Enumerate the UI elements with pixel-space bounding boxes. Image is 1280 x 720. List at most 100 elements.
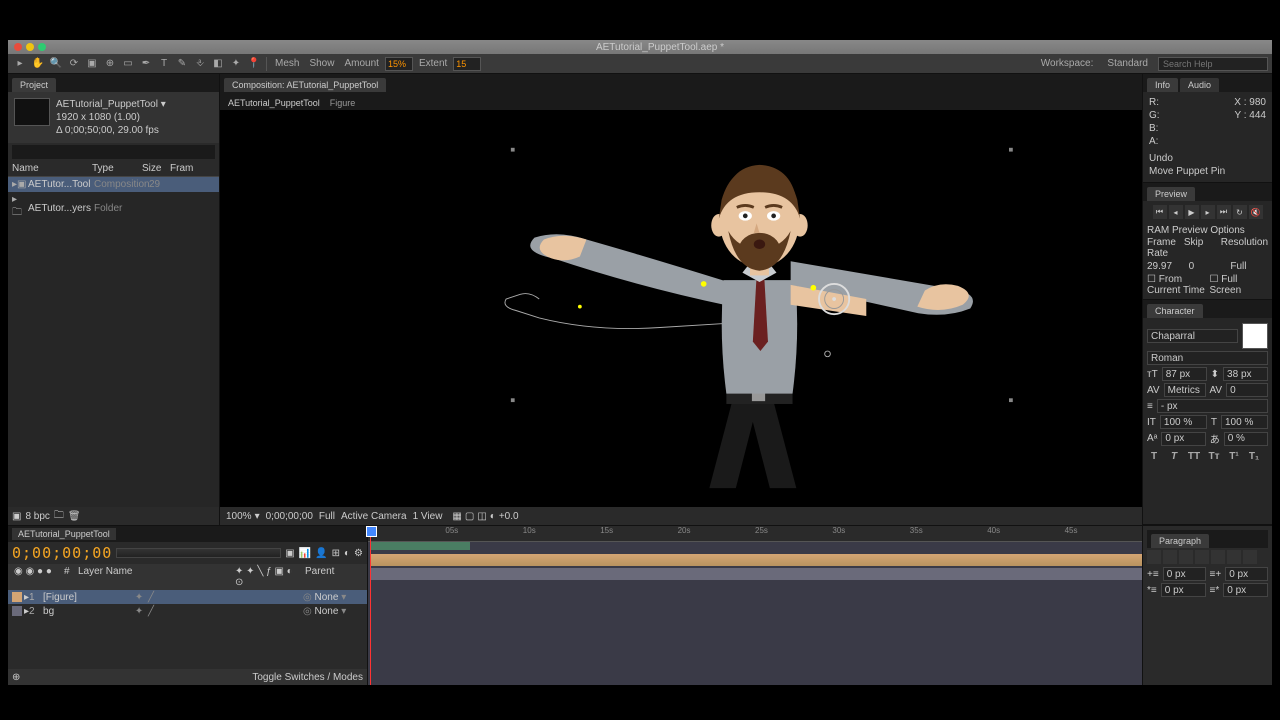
project-item[interactable]: ▸🗀 AETutor...yers Folder	[8, 192, 219, 224]
align-right-icon[interactable]	[1179, 550, 1193, 564]
indent-left-input[interactable]: 0 px	[1163, 567, 1206, 581]
comp-mini-icon[interactable]: ▣	[285, 548, 294, 559]
play-icon[interactable]: ▶	[1185, 205, 1199, 219]
toggle-switches[interactable]: Toggle Switches / Modes	[252, 672, 363, 683]
close-window[interactable]	[14, 43, 22, 51]
time-navigator[interactable]	[116, 548, 281, 558]
puppet-pin-tool-icon[interactable]: 📍	[246, 56, 262, 72]
preview-tab[interactable]: Preview	[1147, 187, 1195, 201]
fill-color-swatch[interactable]	[1242, 323, 1268, 349]
layer-row[interactable]: ▸ 1 [Figure] ✦╱ ◎ None ▾	[8, 590, 367, 604]
frame-blend-icon[interactable]: ⊞	[332, 548, 340, 559]
layer-bar[interactable]	[370, 568, 1142, 580]
work-area-bar[interactable]	[370, 542, 470, 550]
trash-icon[interactable]: 🗑	[68, 511, 81, 522]
new-folder-icon[interactable]: 🗀	[54, 508, 64, 525]
shy-icon[interactable]: 👤	[315, 548, 327, 559]
eraser-tool-icon[interactable]: ◧	[210, 56, 226, 72]
timeline-tab[interactable]: AETutorial_PuppetTool	[12, 528, 116, 540]
playhead[interactable]	[370, 526, 371, 685]
audio-tab[interactable]: Audio	[1180, 78, 1219, 92]
breadcrumb[interactable]: AETutorial_PuppetTool	[224, 96, 324, 110]
next-frame-icon[interactable]: ▸	[1201, 205, 1215, 219]
clone-tool-icon[interactable]: ⎀	[192, 56, 208, 72]
pen-tool-icon[interactable]: ✒	[138, 56, 154, 72]
space-before-input[interactable]: 0 px	[1161, 583, 1206, 597]
region-icon[interactable]: ◫	[477, 511, 486, 522]
fullscreen-checkbox[interactable]: ☐ Full Screen	[1210, 274, 1269, 296]
camera-value[interactable]: Active Camera	[341, 511, 407, 522]
paragraph-tab[interactable]: Paragraph	[1151, 534, 1209, 548]
resolution-value[interactable]: Full	[1230, 261, 1268, 272]
font-style-select[interactable]: Roman	[1147, 351, 1268, 365]
tracking-input[interactable]: 0	[1226, 383, 1268, 397]
breadcrumb[interactable]: Figure	[326, 96, 360, 110]
last-frame-icon[interactable]: ⏭	[1217, 205, 1231, 219]
search-help-input[interactable]	[1158, 57, 1268, 71]
subscript-button[interactable]: T₁	[1247, 449, 1261, 463]
align-center-icon[interactable]	[1163, 550, 1177, 564]
first-frame-icon[interactable]: ⏮	[1153, 205, 1167, 219]
superscript-button[interactable]: T¹	[1227, 449, 1241, 463]
pan-behind-tool-icon[interactable]: ⊕	[102, 56, 118, 72]
brush-tool-icon[interactable]: ✎	[174, 56, 190, 72]
amount-input[interactable]	[385, 57, 413, 71]
extent-input[interactable]	[453, 57, 481, 71]
project-tab[interactable]: Project	[12, 78, 56, 92]
timecode-display[interactable]: 0;00;00;00	[12, 544, 112, 562]
prev-frame-icon[interactable]: ◂	[1169, 205, 1183, 219]
layer-row[interactable]: ▸ 2 bg ✦╱ ◎ None ▾	[8, 604, 367, 618]
workspace-value[interactable]: Standard	[1103, 58, 1152, 69]
expand-icon[interactable]: ⊕	[12, 672, 20, 683]
justify-all-icon[interactable]	[1243, 550, 1257, 564]
hand-tool-icon[interactable]: ✋	[30, 56, 46, 72]
rotate-tool-icon[interactable]: ⟳	[66, 56, 82, 72]
brainstorm-icon[interactable]: ⚙	[354, 548, 363, 559]
layer-bar[interactable]	[370, 554, 1142, 566]
hscale-input[interactable]: 100 %	[1221, 415, 1268, 429]
font-size-input[interactable]: 87 px	[1162, 367, 1207, 381]
align-left-icon[interactable]	[1147, 550, 1161, 564]
justify-center-icon[interactable]	[1211, 550, 1225, 564]
type-tool-icon[interactable]: T	[156, 56, 172, 72]
time-display[interactable]: 0;00;00;00	[266, 511, 313, 522]
minimize-window[interactable]	[26, 43, 34, 51]
timeline-track-area[interactable]: 05s 10s 15s 20s 25s 30s 35s 40s 45s	[368, 526, 1142, 685]
bpc-display[interactable]: 8 bpc	[25, 511, 49, 522]
composition-tab[interactable]: Composition: AETutorial_PuppetTool	[224, 78, 386, 92]
info-tab[interactable]: Info	[1147, 78, 1178, 92]
justify-right-icon[interactable]	[1227, 550, 1241, 564]
view-value[interactable]: 1 View	[413, 511, 443, 522]
chevron-down-icon[interactable]: ▾	[255, 511, 260, 522]
italic-button[interactable]: T	[1167, 449, 1181, 463]
time-ruler[interactable]: 05s 10s 15s 20s 25s 30s 35s 40s 45s	[368, 526, 1142, 542]
space-after-input[interactable]: 0 px	[1223, 583, 1268, 597]
project-item[interactable]: ▸▣ AETutor...Tool Composition 29	[8, 177, 219, 192]
vscale-input[interactable]: 100 %	[1160, 415, 1207, 429]
selection-tool-icon[interactable]: ▸	[12, 56, 28, 72]
project-search[interactable]	[12, 145, 215, 159]
indent-right-input[interactable]: 0 px	[1225, 567, 1268, 581]
from-current-checkbox[interactable]: ☐ From Current Time	[1147, 274, 1206, 296]
character-tab[interactable]: Character	[1147, 304, 1203, 318]
font-family-select[interactable]: Chaparral	[1147, 329, 1238, 343]
zoom-tool-icon[interactable]: 🔍	[48, 56, 64, 72]
zoom-value[interactable]: 100%	[226, 511, 252, 522]
camera-tool-icon[interactable]: ▣	[84, 56, 100, 72]
leading-input[interactable]: 38 px	[1223, 367, 1268, 381]
loop-icon[interactable]: ↻	[1233, 205, 1247, 219]
composition-viewport[interactable]	[220, 110, 1142, 507]
shape-tool-icon[interactable]: ▭	[120, 56, 136, 72]
mask-icon[interactable]: ▢	[465, 511, 474, 522]
graph-icon[interactable]: 📊	[299, 548, 311, 559]
bold-button[interactable]: T	[1147, 449, 1161, 463]
maximize-window[interactable]	[38, 43, 46, 51]
resolution-value[interactable]: Full	[319, 511, 335, 522]
justify-left-icon[interactable]	[1195, 550, 1209, 564]
skip-value[interactable]: 0	[1189, 261, 1227, 272]
ram-preview-label[interactable]: RAM Preview Options	[1147, 225, 1268, 236]
framerate-value[interactable]: 29.97	[1147, 261, 1185, 272]
smallcaps-button[interactable]: Tᴛ	[1207, 449, 1221, 463]
motion-blur-icon[interactable]: ◐	[344, 548, 350, 559]
roto-tool-icon[interactable]: ✦	[228, 56, 244, 72]
